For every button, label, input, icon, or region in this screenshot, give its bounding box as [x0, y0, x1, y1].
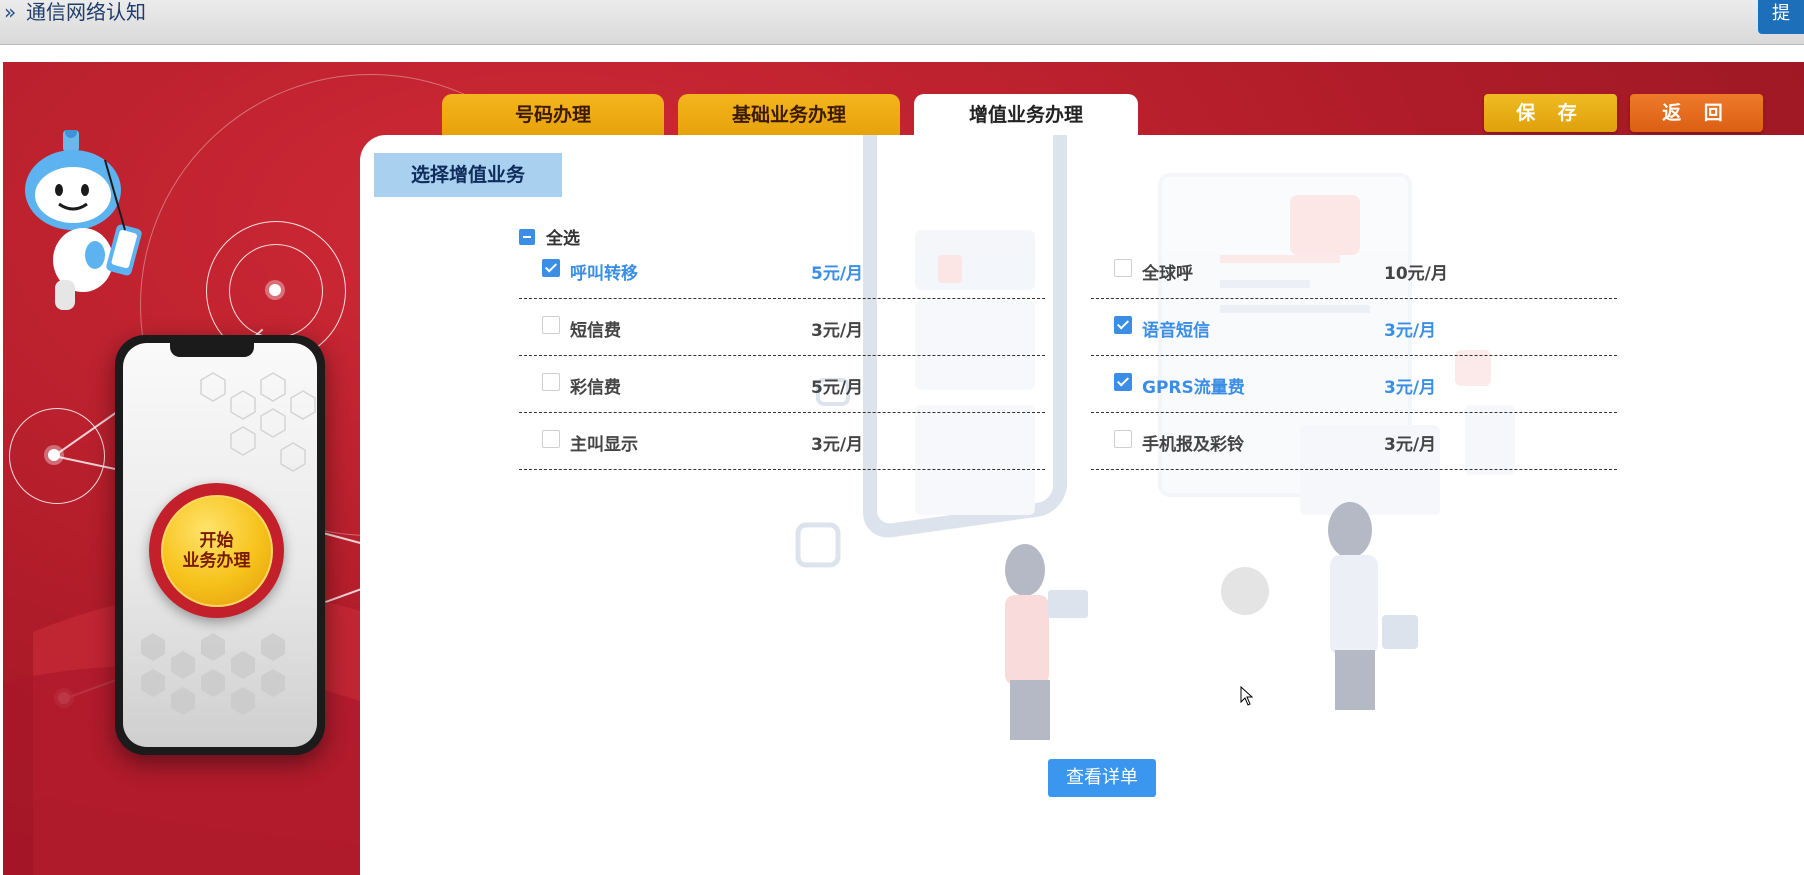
header-gap [0, 45, 1804, 62]
service-price: 3元/月 [1384, 321, 1437, 341]
service-price: 3元/月 [811, 435, 864, 455]
service-row[interactable]: 手机报及彩铃 3元/月 [1091, 413, 1617, 470]
service-name: 呼叫转移 [570, 264, 638, 284]
double-chevron-icon: » [4, 0, 17, 24]
service-name: GPRS流量费 [1142, 378, 1245, 398]
page-title: 通信网络认知 [26, 0, 146, 24]
service-name: 彩信费 [570, 378, 621, 398]
robot-mascot-icon [25, 130, 142, 310]
content-panel: 选择增值业务 全选 呼叫转移 5元/月 短信费 3元/月 彩信费 5元/月 主叫… [360, 135, 1804, 875]
service-name: 短信费 [570, 321, 621, 341]
service-checkbox[interactable] [542, 259, 560, 277]
service-checkbox[interactable] [1114, 430, 1132, 448]
decor-node [269, 284, 281, 296]
service-name: 手机报及彩铃 [1142, 435, 1244, 455]
service-name: 全球呼 [1142, 264, 1193, 284]
top-bar: » 通信网络认知 提 [0, 0, 1804, 45]
service-price: 3元/月 [1384, 378, 1437, 398]
submit-corner-button[interactable]: 提 [1758, 0, 1804, 34]
tab-value-added-services[interactable]: 增值业务办理 [914, 94, 1138, 136]
start-business-label[interactable]: 开始 业务办理 [160, 494, 273, 607]
service-checkbox[interactable] [1114, 259, 1132, 277]
service-price: 3元/月 [1384, 435, 1437, 455]
service-checkbox[interactable] [1114, 316, 1132, 334]
service-checkbox[interactable] [1114, 373, 1132, 391]
service-row[interactable]: 主叫显示 3元/月 [519, 413, 1045, 470]
phone-notch [170, 341, 254, 357]
service-price: 5元/月 [811, 264, 864, 284]
service-name: 主叫显示 [570, 435, 638, 455]
back-button[interactable]: 返 回 [1630, 94, 1763, 132]
service-checkbox[interactable] [542, 430, 560, 448]
service-row[interactable]: 呼叫转移 5元/月 [519, 242, 1045, 299]
service-price: 10元/月 [1384, 264, 1448, 284]
mouse-cursor-icon [1240, 686, 1254, 706]
service-row[interactable]: GPRS流量费 3元/月 [1091, 356, 1617, 413]
service-row[interactable]: 全球呼 10元/月 [1091, 242, 1617, 299]
service-name: 语音短信 [1142, 321, 1210, 341]
service-checkbox[interactable] [542, 316, 560, 334]
view-details-button[interactable]: 查看详单 [1048, 759, 1156, 797]
start-business-button[interactable]: 开始 业务办理 [149, 483, 284, 618]
service-row[interactable]: 短信费 3元/月 [519, 299, 1045, 356]
service-checkbox[interactable] [542, 373, 560, 391]
service-price: 5元/月 [811, 378, 864, 398]
tab-number-handling[interactable]: 号码办理 [442, 94, 664, 136]
save-button[interactable]: 保 存 [1484, 94, 1617, 132]
service-price: 3元/月 [811, 321, 864, 341]
service-row[interactable]: 语音短信 3元/月 [1091, 299, 1617, 356]
section-title: 选择增值业务 [374, 153, 562, 197]
service-row[interactable]: 彩信费 5元/月 [519, 356, 1045, 413]
tab-basic-services[interactable]: 基础业务办理 [678, 94, 900, 136]
